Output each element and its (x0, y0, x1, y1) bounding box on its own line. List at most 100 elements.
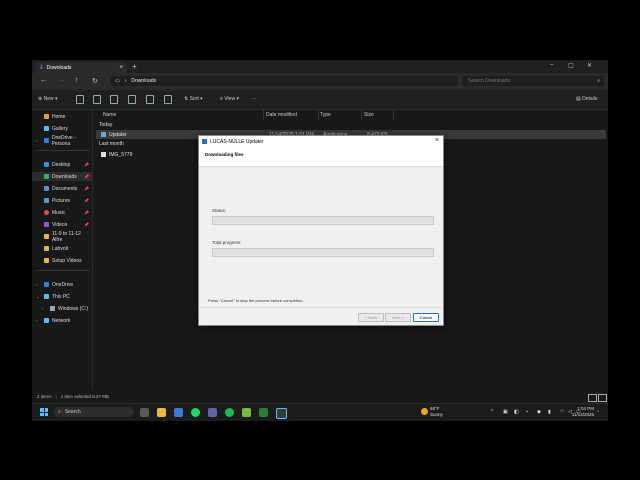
sidebar-item-gallery[interactable]: Gallery (32, 124, 92, 133)
command-bar: ⊕ New ▾ ⇅ Sort ▾ ≡ View ▾ ··· ▤ Details (32, 90, 608, 110)
close-window-button[interactable]: ✕ (587, 62, 592, 69)
folder-icon (44, 234, 49, 239)
tray-app-icon[interactable]: ▮ (548, 409, 551, 415)
column-header-type[interactable]: Type (320, 112, 331, 118)
sidebar-item-folder-1[interactable]: 11-9 to 11-12 Alfre (32, 231, 92, 243)
close-tab-icon[interactable]: × (119, 65, 123, 71)
status-bar: 2 items | 1 item selected 8.27 MB (32, 390, 608, 403)
address-box[interactable]: ▭ › Downloads (110, 76, 458, 86)
delete-icon[interactable] (164, 95, 172, 104)
rename-icon[interactable] (128, 95, 136, 104)
column-divider[interactable] (263, 110, 264, 120)
close-icon[interactable]: × (435, 137, 439, 144)
chevron-right-icon[interactable]: › (36, 318, 37, 323)
new-tab-button[interactable]: + (132, 62, 137, 71)
tray-app-icon[interactable]: ◧ (514, 409, 519, 415)
column-divider[interactable] (318, 110, 319, 120)
back-button[interactable]: ← (40, 77, 47, 84)
tray-app-icon[interactable]: ◆ (537, 409, 541, 415)
pin-icon: 📌 (84, 222, 89, 227)
sidebar-item-desktop[interactable]: Desktop 📌 (32, 160, 92, 169)
sidebar-item-labvolt[interactable]: Labvolt (32, 244, 92, 253)
divider (36, 270, 90, 271)
updater-taskbar-icon[interactable] (276, 408, 287, 419)
sidebar-item-network[interactable]: › Network (32, 316, 92, 325)
wifi-icon[interactable]: ◠ (560, 409, 564, 415)
excel-icon[interactable] (259, 408, 268, 417)
navigation-pane: Home Gallery › OneDrive - Persona Desktop… (32, 110, 93, 390)
tiles-view-icon[interactable] (598, 394, 607, 402)
back-button[interactable]: < Back (358, 313, 384, 322)
minimize-button[interactable]: – (550, 62, 553, 68)
clock[interactable]: 1:04 PM 11/14/2025 (566, 406, 594, 418)
tab-downloads[interactable]: ⤓ Downloads × (35, 62, 127, 73)
sidebar-item-music[interactable]: Music 📌 (32, 208, 92, 217)
share-icon[interactable] (146, 95, 154, 104)
column-divider[interactable] (361, 110, 362, 120)
search-icon: ⌕ (58, 409, 61, 415)
music-icon (44, 210, 49, 215)
next-button[interactable]: Next > (385, 313, 411, 322)
weather-widget[interactable]: 68°F Sunny (421, 406, 443, 418)
details-view-icon[interactable] (588, 394, 597, 402)
column-divider[interactable] (393, 110, 394, 120)
chevron-up-icon[interactable]: ^ (491, 409, 493, 415)
divider (36, 150, 90, 151)
search-icon: ⌕ (597, 78, 600, 84)
chrome-icon[interactable] (225, 408, 234, 417)
paste-icon[interactable] (110, 95, 118, 104)
column-header-date[interactable]: Date modified (266, 112, 297, 118)
search-input[interactable] (466, 77, 580, 85)
sidebar-item-documents[interactable]: Documents 📌 (32, 184, 92, 193)
more-options-button[interactable]: ··· (251, 96, 256, 102)
details-button[interactable]: ▤ Details (576, 96, 597, 102)
task-view-icon[interactable] (140, 408, 149, 417)
cut-icon[interactable] (76, 95, 84, 104)
sidebar-item-videos[interactable]: Videos 📌 (32, 220, 92, 229)
search-box[interactable]: ⌕ (462, 76, 604, 86)
taskbar-search[interactable]: ⌕ Search (54, 407, 134, 417)
sidebar-item-setup-videos[interactable]: Setup Videos (32, 256, 92, 265)
sidebar-item-downloads[interactable]: Downloads 📌 (32, 172, 92, 181)
app-icon[interactable] (242, 408, 251, 417)
file-explorer-icon[interactable] (157, 408, 166, 417)
tray-app-icon[interactable]: ▣ (503, 409, 508, 415)
refresh-button[interactable]: ↻ (92, 77, 98, 85)
sidebar-item-windows-c[interactable]: › Windows (C:) (32, 304, 98, 313)
chevron-right-icon[interactable]: › (42, 306, 43, 311)
group-header-today[interactable]: Today (99, 122, 112, 128)
folder-icon (44, 258, 49, 263)
sun-icon (421, 408, 428, 415)
pin-icon: 📌 (84, 174, 89, 179)
maximize-button[interactable]: ▢ (568, 62, 574, 69)
sidebar-item-onedrive-personal[interactable]: › OneDrive - Persona (32, 135, 92, 147)
view-button[interactable]: ≡ View ▾ (220, 96, 239, 102)
sort-button[interactable]: ⇅ Sort ▾ (184, 96, 203, 102)
home-icon (44, 114, 49, 119)
chevron-down-icon[interactable]: ⌄ (36, 294, 39, 299)
cancel-hint: Press "Cancel" to stop the process befor… (208, 298, 304, 303)
start-button[interactable] (40, 408, 48, 416)
notifications-icon[interactable]: ◔ (596, 409, 599, 415)
column-header-name[interactable]: Name (103, 112, 116, 118)
tray-app-icon[interactable]: ▪ (526, 409, 528, 415)
whatsapp-icon[interactable] (191, 408, 200, 417)
forward-button[interactable]: → (58, 77, 65, 84)
column-header-size[interactable]: Size (364, 112, 374, 118)
chevron-right-icon[interactable]: › (36, 138, 37, 143)
sidebar-item-onedrive[interactable]: › OneDrive (32, 280, 92, 289)
teams-icon[interactable] (208, 408, 217, 417)
network-icon (44, 318, 49, 323)
sidebar-item-this-pc[interactable]: ⌄ This PC (32, 292, 92, 301)
sidebar-item-home[interactable]: Home (32, 112, 92, 121)
sidebar-item-pictures[interactable]: Pictures 📌 (32, 196, 92, 205)
file-row-img[interactable]: IMG_5779 (96, 150, 132, 159)
document-icon (44, 186, 49, 191)
store-icon[interactable] (174, 408, 183, 417)
cancel-button[interactable]: Cancel (413, 313, 439, 322)
up-button[interactable]: ↑ (75, 77, 79, 84)
group-header-last-month[interactable]: Last month (99, 141, 124, 147)
copy-icon[interactable] (93, 95, 101, 104)
new-button[interactable]: ⊕ New ▾ (38, 96, 58, 102)
chevron-right-icon[interactable]: › (36, 282, 37, 287)
